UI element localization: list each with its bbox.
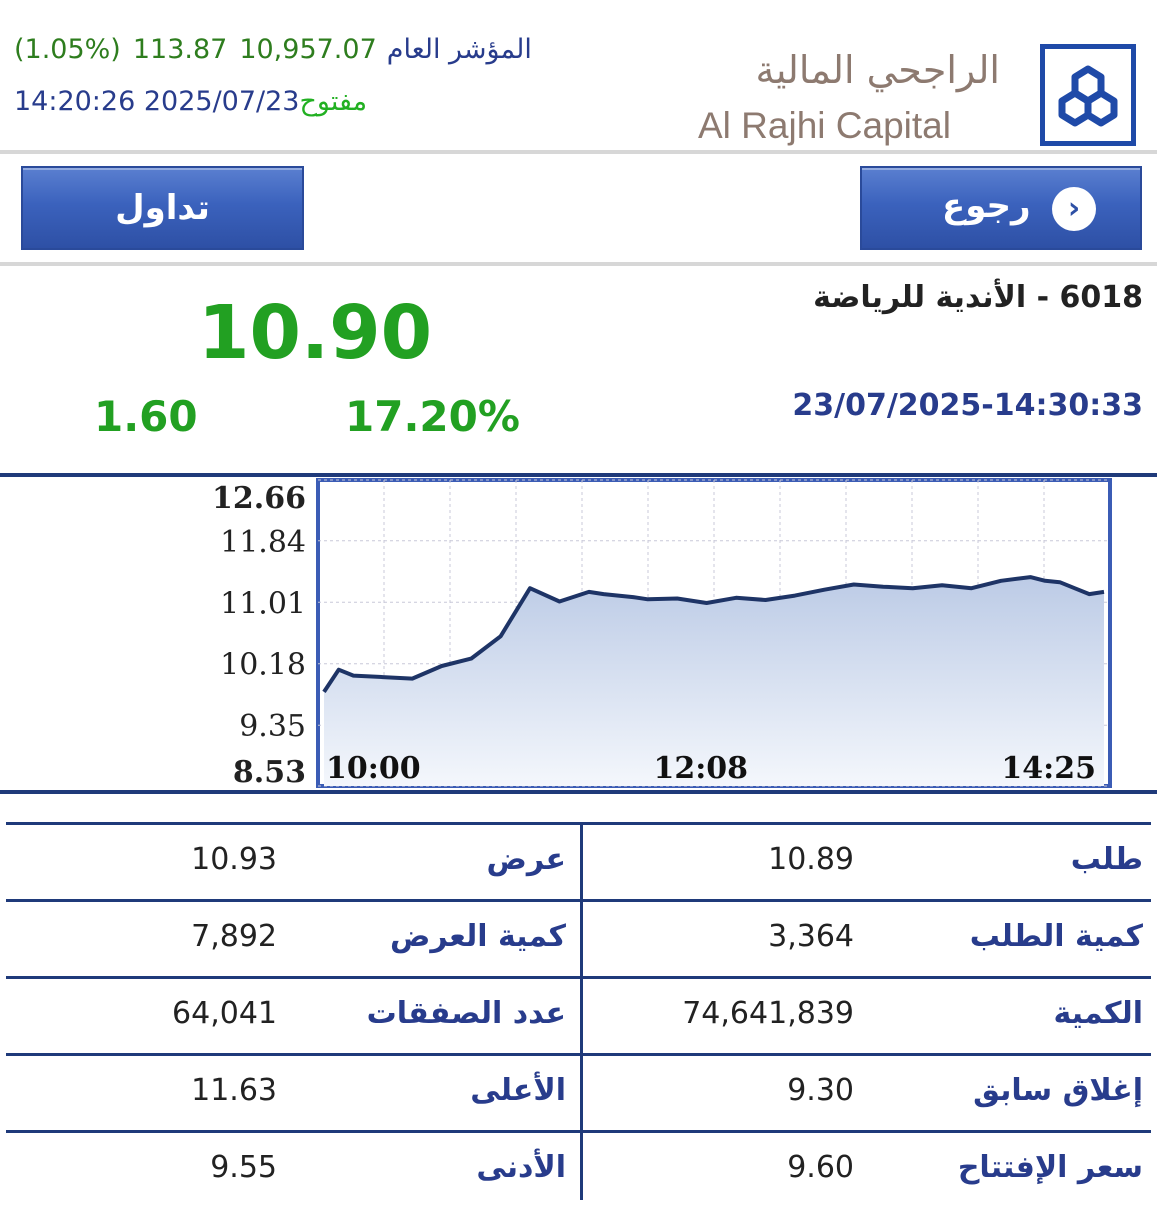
index-change: 113.87 — [132, 34, 228, 65]
index-label: المؤشر العام — [386, 34, 532, 65]
stat-row: إغلاق سابق 9.30 الأعلى 11.63 — [6, 1053, 1151, 1130]
stat-label: سعر الإفتتاح — [957, 1150, 1143, 1185]
stat-value: 9.60 — [787, 1150, 854, 1185]
back-button[interactable]: رجوع › — [860, 166, 1142, 250]
stat-value: 3,364 — [768, 919, 854, 954]
index-datetime: 2025/07/23 14:20:26 — [14, 86, 300, 117]
stat-value: 7,892 — [191, 919, 277, 954]
stat-value: 11.63 — [191, 1073, 277, 1108]
stat-label: الكمية — [1053, 996, 1143, 1031]
trade-button[interactable]: تداول — [21, 166, 304, 250]
header-divider — [0, 150, 1157, 154]
brand-name-arabic: الراجحي المالية — [755, 48, 1000, 92]
stat-label: الأدنى — [476, 1150, 566, 1185]
x-tick-label: 10:00 — [326, 751, 421, 786]
y-tick-label: 10.18 — [220, 648, 306, 683]
stat-row: الكمية 74,641,839 عدد الصفقات 64,041 — [6, 976, 1151, 1053]
stat-row: سعر الإفتتاح 9.60 الأدنى 9.55 — [6, 1130, 1151, 1207]
y-tick-label: 12.66 — [212, 481, 306, 516]
brand-name-english: Al Rajhi Capital — [698, 105, 951, 146]
stat-label: إغلاق سابق — [973, 1073, 1143, 1108]
stat-value: 10.89 — [768, 842, 854, 877]
y-tick-label: 11.01 — [220, 586, 306, 621]
chart-bottom-border — [0, 790, 1157, 794]
stock-name: 6018 - الأندية للرياضة — [813, 280, 1143, 315]
stat-label: طلب — [1070, 842, 1143, 877]
trade-button-label: تداول — [115, 188, 210, 228]
quote-timestamp: 23/07/2025-14:30:33 — [792, 388, 1143, 423]
price-change-pct: 17.20% — [345, 392, 520, 441]
chevron-right-icon: › — [1052, 187, 1096, 231]
y-tick-label: 11.84 — [220, 525, 306, 560]
x-tick-label: 12:08 — [653, 751, 748, 786]
market-status-line: مفتوح2025/07/23 14:20:26 — [14, 86, 383, 117]
index-value: 10,957.07 — [239, 34, 377, 65]
stat-label: عدد الصفقات — [366, 996, 566, 1031]
market-status: مفتوح — [299, 86, 368, 117]
stat-value: 74,641,839 — [682, 996, 854, 1031]
intraday-price-chart: 12.66 11.84 11.01 10.18 9.35 8.53 10:00 12:08 14… — [212, 478, 1112, 790]
back-button-label: رجوع — [942, 186, 1031, 226]
price-change: 1.60 — [94, 392, 198, 441]
x-tick-label: 14:25 — [1001, 751, 1096, 786]
stat-value: 64,041 — [172, 996, 277, 1031]
stat-row: طلب 10.89 عرض 10.93 — [6, 822, 1151, 899]
stat-label: الأعلى — [470, 1073, 566, 1108]
y-tick-label: 8.53 — [233, 755, 306, 790]
stat-value: 9.30 — [787, 1073, 854, 1108]
stat-label: عرض — [486, 842, 566, 877]
quote-stats-table: طلب 10.89 عرض 10.93 كمية الطلب 3,364 كمية العر… — [6, 822, 1151, 1200]
stat-row: كمية الطلب 3,364 كمية العرض 7,892 — [6, 899, 1151, 976]
chart-top-border — [0, 473, 1157, 477]
y-tick-label: 9.35 — [239, 709, 306, 744]
brand-logo-icon — [1040, 44, 1136, 146]
stat-value: 9.55 — [210, 1150, 277, 1185]
index-change-pct: (1.05%) — [14, 34, 121, 65]
market-index-line: (1.05%) 113.87 10,957.07 المؤشر العام — [14, 34, 532, 65]
stat-value: 10.93 — [191, 842, 277, 877]
stat-label: كمية الطلب — [969, 919, 1143, 954]
nav-divider — [0, 262, 1157, 266]
stat-label: كمية العرض — [390, 919, 566, 954]
last-price: 10.90 — [198, 290, 433, 376]
